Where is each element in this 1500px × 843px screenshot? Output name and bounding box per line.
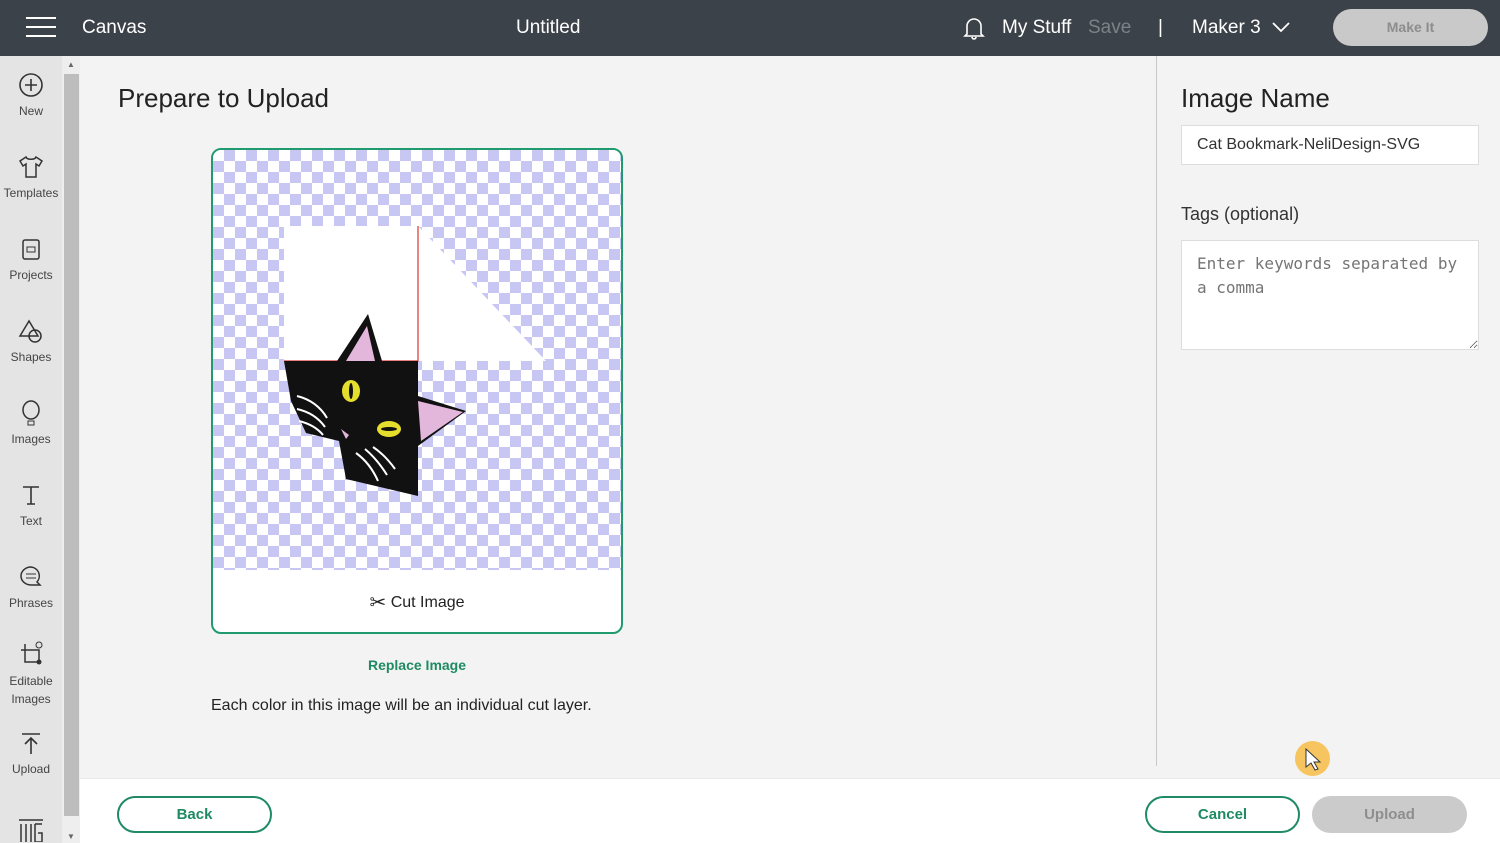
my-stuff-link[interactable]: My Stuff bbox=[1002, 17, 1071, 39]
sidebar: New Templates Projects Shapes Images Tex… bbox=[0, 56, 62, 843]
footer: Back Cancel Upload bbox=[80, 778, 1500, 843]
plus-circle-icon bbox=[19, 73, 43, 97]
back-button[interactable]: Back bbox=[117, 796, 272, 833]
sidebar-scrollbar[interactable]: ▲ ▼ bbox=[62, 56, 80, 843]
cat-bookmark-image bbox=[284, 226, 546, 496]
panel-divider bbox=[1156, 56, 1157, 766]
scissors-icon: ✂ bbox=[369, 592, 387, 614]
sidebar-item-images[interactable]: Images bbox=[0, 400, 62, 446]
chevron-down-icon[interactable] bbox=[1272, 21, 1290, 33]
scrollbar-thumb[interactable] bbox=[64, 74, 79, 816]
image-name-input[interactable] bbox=[1181, 125, 1479, 165]
pointer-icon bbox=[1305, 747, 1322, 771]
sidebar-item-label: Upload bbox=[11, 762, 51, 776]
sidebar-item-label: Templates bbox=[3, 186, 59, 200]
make-it-button[interactable]: Make It bbox=[1333, 9, 1488, 46]
cursor-highlight bbox=[1295, 741, 1330, 776]
shapes-icon bbox=[18, 319, 42, 343]
projects-icon bbox=[22, 239, 40, 260]
document-title[interactable]: Untitled bbox=[516, 17, 580, 39]
top-bar: Canvas Untitled My Stuff Save | Maker 3 … bbox=[0, 0, 1500, 56]
speech-bubble-icon bbox=[20, 566, 42, 586]
cancel-button[interactable]: Cancel bbox=[1145, 796, 1300, 833]
sidebar-item-new[interactable]: New bbox=[0, 72, 62, 118]
image-name-heading: Image Name bbox=[1181, 83, 1330, 113]
editable-icon bbox=[21, 641, 43, 665]
cut-image-text: Cut Image bbox=[390, 594, 465, 611]
upload-icon bbox=[22, 733, 40, 754]
sidebar-item-projects[interactable]: Projects bbox=[0, 236, 62, 282]
replace-image-link[interactable]: Replace Image bbox=[212, 657, 622, 673]
app-name: Canvas bbox=[82, 17, 147, 38]
sidebar-item-label: Phrases bbox=[8, 596, 54, 610]
upload-button[interactable]: Upload bbox=[1312, 796, 1467, 833]
sidebar-item-editable-images[interactable]: Editable Images bbox=[0, 640, 62, 708]
tags-label: Tags (optional) bbox=[1181, 204, 1300, 224]
shirt-icon bbox=[18, 155, 44, 178]
sidebar-item-label: Shapes bbox=[10, 350, 52, 364]
sidebar-item-shapes[interactable]: Shapes bbox=[0, 318, 62, 364]
sidebar-item-upload[interactable]: Upload bbox=[0, 730, 62, 776]
sidebar-item-templates[interactable]: Templates bbox=[0, 154, 62, 200]
scroll-up-icon[interactable]: ▲ bbox=[67, 60, 75, 69]
sidebar-item-label: New bbox=[18, 104, 43, 118]
description-text: Each color in this image will be an indi… bbox=[211, 697, 592, 714]
sidebar-item-phrases[interactable]: Phrases bbox=[0, 564, 62, 610]
balloon-icon bbox=[22, 400, 40, 426]
image-preview-card: ✂ Cut Image bbox=[211, 148, 623, 634]
separator: | bbox=[1158, 17, 1163, 38]
bell-icon[interactable] bbox=[962, 15, 986, 41]
monogram-icon[interactable] bbox=[18, 818, 44, 842]
text-icon bbox=[23, 486, 39, 505]
sidebar-item-text[interactable]: Text bbox=[0, 482, 62, 528]
page-title: Prepare to Upload bbox=[118, 83, 330, 113]
sidebar-item-label: Images bbox=[11, 432, 51, 446]
sidebar-item-label: Text bbox=[19, 514, 42, 528]
save-link[interactable]: Save bbox=[1088, 17, 1131, 39]
scroll-down-icon[interactable]: ▼ bbox=[67, 832, 75, 841]
sidebar-item-label: Projects bbox=[9, 268, 53, 282]
tags-textarea[interactable] bbox=[1181, 240, 1479, 350]
hamburger-icon[interactable] bbox=[26, 17, 56, 39]
cut-image-label: ✂ Cut Image bbox=[213, 590, 621, 615]
sidebar-item-label: Editable Images bbox=[9, 674, 53, 706]
machine-select[interactable]: Maker 3 bbox=[1192, 17, 1261, 39]
